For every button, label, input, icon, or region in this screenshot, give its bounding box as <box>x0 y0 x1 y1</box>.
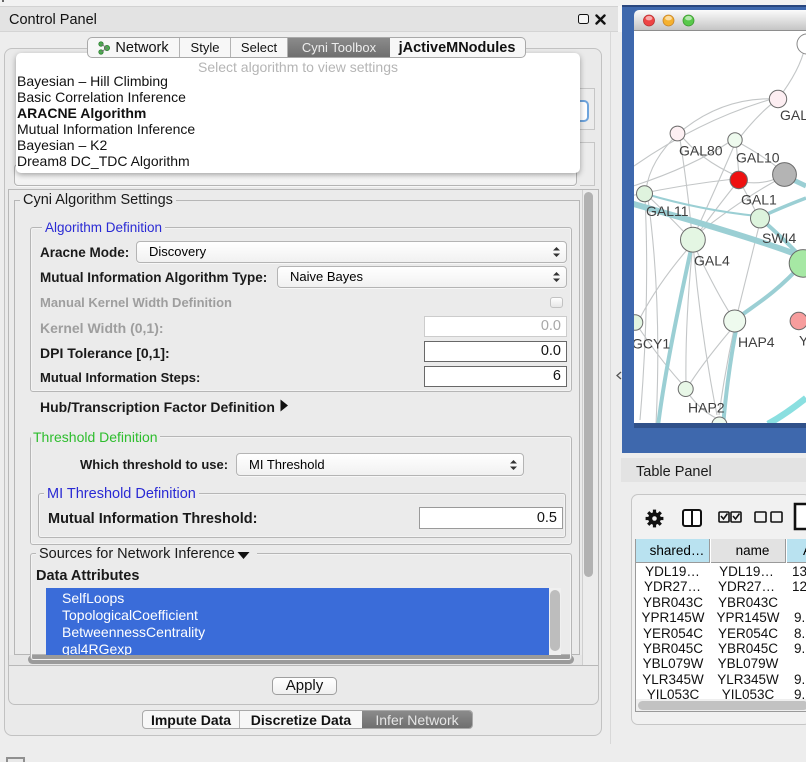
svg-text:GCY1: GCY1 <box>634 336 670 352</box>
svg-text:GAL10: GAL10 <box>736 150 780 166</box>
svg-text:Y: Y <box>799 333 806 349</box>
svg-text:GAL4: GAL4 <box>694 253 730 269</box>
svg-text:GAL: GAL <box>780 107 806 123</box>
svg-text:GAL11: GAL11 <box>646 203 689 219</box>
svg-text:GAL1: GAL1 <box>741 192 777 208</box>
svg-text:HAP4: HAP4 <box>738 334 775 350</box>
svg-text:HAP2: HAP2 <box>688 400 725 416</box>
svg-text:SWI4: SWI4 <box>762 230 796 246</box>
svg-text:GAL80: GAL80 <box>679 143 723 159</box>
